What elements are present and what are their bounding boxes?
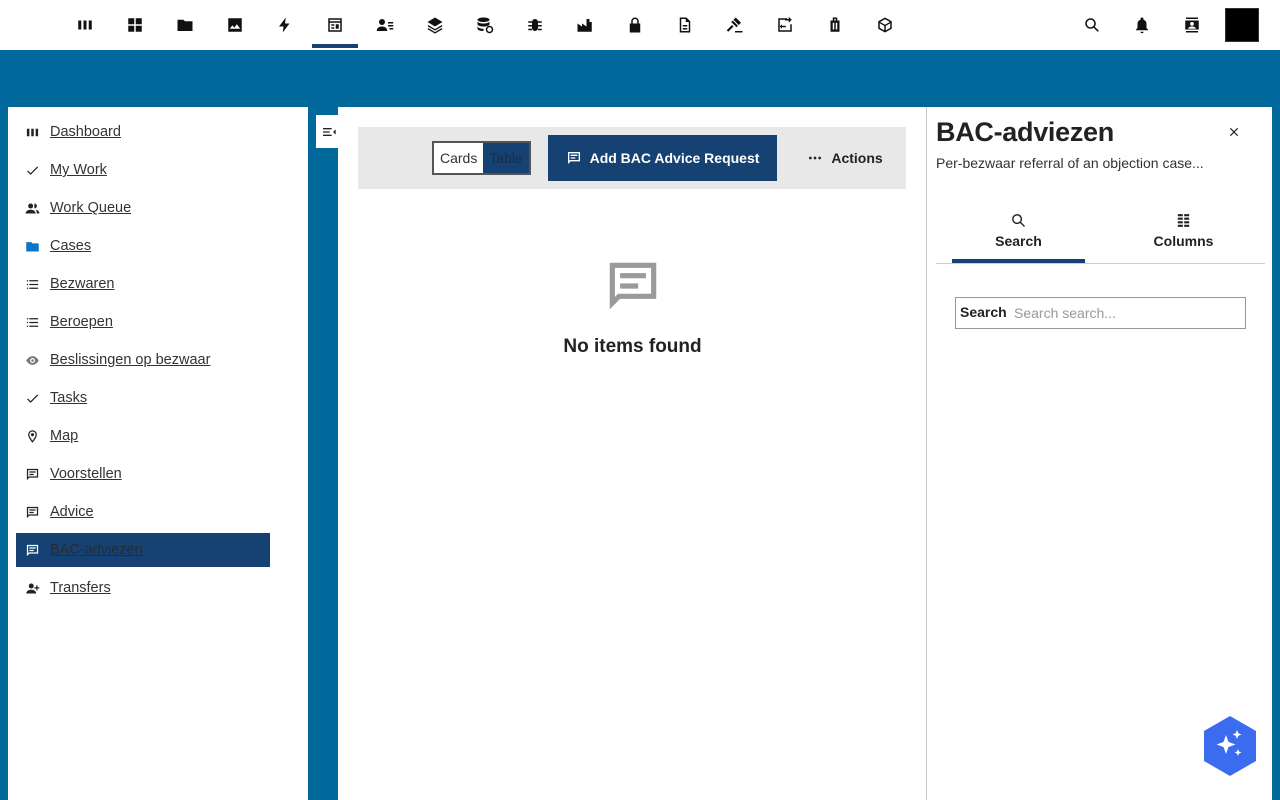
comment-icon <box>16 467 50 482</box>
person-list-icon[interactable] <box>362 0 408 50</box>
package-icon[interactable] <box>862 0 908 50</box>
empty-state: No items found <box>338 255 927 358</box>
sidebar-item-beroepen[interactable]: Beroepen <box>16 305 270 339</box>
swap-box-icon[interactable] <box>762 0 808 50</box>
sidebar-item-label: My Work <box>50 162 107 178</box>
add-bac-advice-request-button[interactable]: Add BAC Advice Request <box>548 135 777 181</box>
add-button-label: Add BAC Advice Request <box>589 150 760 166</box>
person-add-icon <box>16 581 50 596</box>
sidebar-item-voorstellen[interactable]: Voorstellen <box>16 457 270 491</box>
table-chart-icon[interactable] <box>312 0 358 50</box>
ai-assistant-button[interactable] <box>1204 716 1256 776</box>
sidebar-item-map[interactable]: Map <box>16 419 270 453</box>
sidebar-item-label: Dashboard <box>50 124 121 140</box>
sparkle-icon <box>1204 716 1256 776</box>
search-icon[interactable] <box>1069 0 1115 50</box>
columns-icon <box>1177 213 1190 227</box>
contact-card-icon[interactable] <box>1169 0 1215 50</box>
sidebar-item-my-work[interactable]: My Work <box>16 153 270 187</box>
tab-label: Columns <box>1153 232 1214 249</box>
comment-icon <box>16 505 50 520</box>
lock-icon[interactable] <box>612 0 658 50</box>
sidebar-item-label: Tasks <box>50 390 88 406</box>
empty-state-text: No items found <box>563 336 702 357</box>
main-content: Cards Table Add BAC Advice Request Actio… <box>338 107 927 800</box>
search-label: Search <box>960 304 1007 320</box>
sidebar-item-bezwaren[interactable]: Bezwaren <box>16 267 270 301</box>
sidebar-item-label: Work Queue <box>50 200 132 216</box>
document-icon[interactable] <box>662 0 708 50</box>
list-icon <box>16 315 50 330</box>
collapse-menu-icon <box>323 127 336 136</box>
close-panel-button[interactable] <box>1223 121 1245 143</box>
actions-button[interactable]: Actions <box>798 135 892 181</box>
sidebar-item-label: BAC-adviezen <box>50 542 143 558</box>
panel-tabs: Search Columns <box>936 197 1265 264</box>
check-icon <box>16 391 50 406</box>
comment-icon <box>609 262 656 310</box>
layers-icon[interactable] <box>412 0 458 50</box>
notification-bell-icon[interactable] <box>1119 0 1165 50</box>
tab-columns[interactable]: Columns <box>1117 197 1250 263</box>
sidebar-item-beslissingen-op-bezwaar[interactable]: Beslissingen op bezwaar <box>16 343 270 377</box>
bug-icon[interactable] <box>512 0 558 50</box>
sidebar-item-label: Map <box>50 428 79 444</box>
map-pin-icon <box>16 429 50 444</box>
more-horizontal-icon <box>809 156 822 160</box>
toolbar: Cards Table Add BAC Advice Request Actio… <box>358 127 906 189</box>
eye-icon <box>16 353 50 368</box>
view-toggle-cards[interactable]: Cards <box>434 143 484 173</box>
check-icon <box>16 163 50 178</box>
view-toggle: Cards Table <box>432 141 531 175</box>
tab-search[interactable]: Search <box>952 197 1085 263</box>
folder-icon[interactable] <box>162 0 208 50</box>
top-navigation-bar <box>0 0 1280 50</box>
sidebar-item-dashboard[interactable]: Dashboard <box>16 115 270 149</box>
sidebar-item-label: Beroepen <box>50 314 113 330</box>
sidebar-item-transfers[interactable]: Transfers <box>16 571 270 605</box>
comment-icon <box>567 152 580 164</box>
luggage-icon[interactable] <box>812 0 858 50</box>
search-icon <box>1012 213 1026 227</box>
sidebar-item-work-queue[interactable]: Work Queue <box>16 191 270 225</box>
sidebar-item-label: Voorstellen <box>50 466 122 482</box>
grid-icon[interactable] <box>112 0 158 50</box>
avatar[interactable] <box>1225 8 1259 42</box>
lightning-icon[interactable] <box>262 0 308 50</box>
comment-icon <box>16 543 50 558</box>
dashboard-columns-icon[interactable] <box>62 0 108 50</box>
sidebar-item-label: Transfers <box>50 580 111 596</box>
database-sync-icon[interactable] <box>462 0 508 50</box>
sidebar-item-label: Cases <box>50 238 92 254</box>
details-panel: BAC-adviezen Per-bezwaar referral of an … <box>926 107 1272 800</box>
sidebar-item-bac-adviezen[interactable]: BAC-adviezen <box>16 533 270 567</box>
sidebar-item-advice[interactable]: Advice <box>16 495 270 529</box>
close-icon <box>1229 127 1239 137</box>
sidebar-item-label: Advice <box>50 504 94 520</box>
sidebar-item-label: Beslissingen op bezwaar <box>50 352 211 368</box>
gavel-icon[interactable] <box>712 0 758 50</box>
sidebar-item-cases[interactable]: Cases <box>16 229 270 263</box>
actions-button-label: Actions <box>831 150 883 166</box>
image-icon[interactable] <box>212 0 258 50</box>
people-icon <box>16 201 50 216</box>
sidebar: Dashboard My Work Work Queue Cases Bezwa… <box>8 107 308 800</box>
panel-subtitle: Per-bezwaar referral of an objection cas… <box>936 155 1204 171</box>
dashboard-columns-icon <box>16 125 50 140</box>
tab-label: Search <box>995 232 1042 249</box>
folder-icon <box>16 239 50 254</box>
search-field: Search <box>955 297 1246 329</box>
view-toggle-table[interactable]: Table <box>483 143 529 173</box>
panel-title: BAC-adviezen <box>936 117 1114 147</box>
sidebar-item-tasks[interactable]: Tasks <box>16 381 270 415</box>
sidebar-item-label: Bezwaren <box>50 276 115 292</box>
list-icon <box>16 277 50 292</box>
factory-icon[interactable] <box>562 0 608 50</box>
